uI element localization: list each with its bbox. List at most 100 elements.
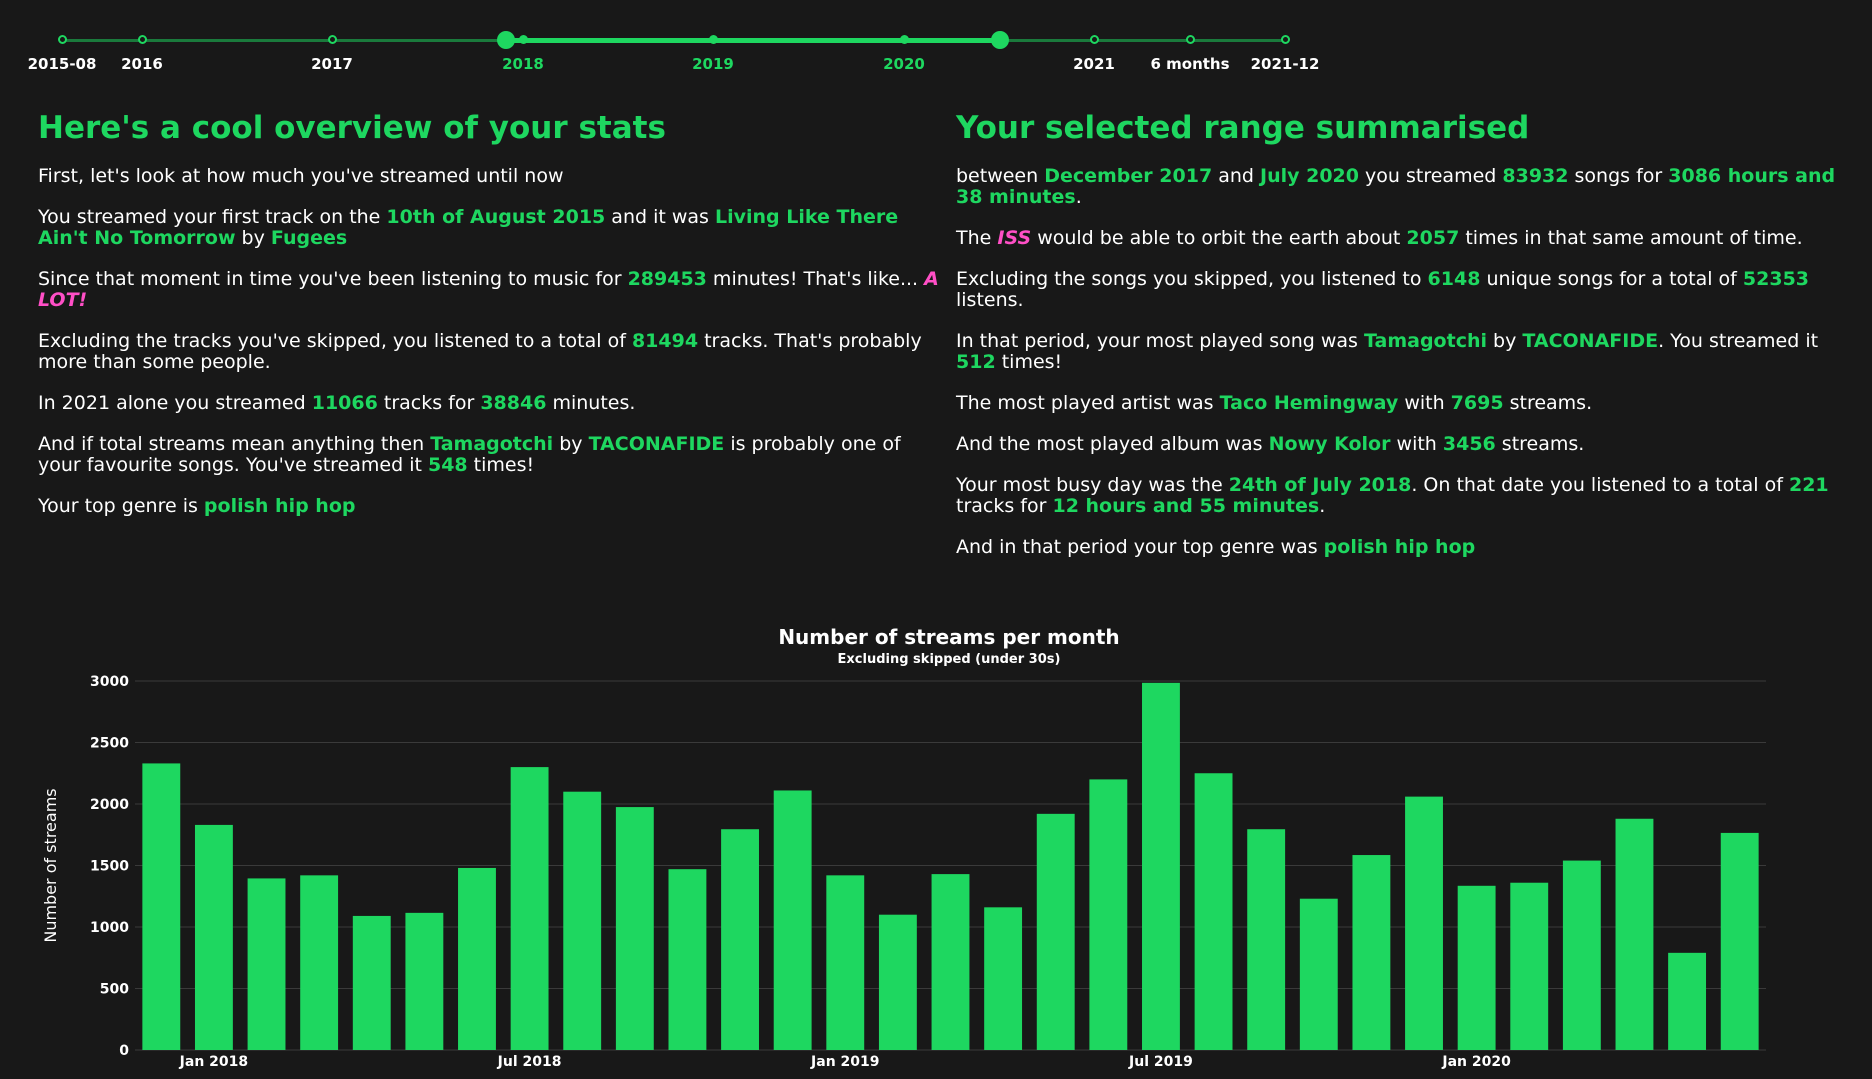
- text: And if total streams mean anything then: [38, 433, 431, 455]
- timeline-label[interactable]: 6 months: [1150, 55, 1229, 73]
- text: listens.: [956, 289, 1024, 311]
- bar: [563, 791, 602, 1050]
- bar: [247, 878, 286, 1050]
- text: unique songs for a total of: [1480, 268, 1743, 290]
- timeline-label[interactable]: 2015-08: [28, 55, 97, 73]
- chart-svg: Number of streams per month Excluding ski…: [41, 625, 1766, 1070]
- y-tick-label: 1000: [90, 920, 129, 936]
- most-played-artist-streams: 7695: [1450, 392, 1504, 414]
- text: you streamed: [1359, 165, 1503, 187]
- timeline-label[interactable]: 2017: [311, 55, 353, 73]
- text: Your most busy day was the: [956, 474, 1229, 496]
- timeline-tick[interactable]: [1089, 35, 1099, 44]
- timeline-label[interactable]: 2019: [692, 55, 734, 73]
- overview-intro: First, let's look at how much you've str…: [38, 166, 943, 187]
- text: songs for: [1568, 165, 1669, 187]
- bar: [1194, 773, 1233, 1050]
- text: and: [1212, 165, 1260, 187]
- most-played-song-count: 512: [956, 351, 996, 373]
- favourite-song-count: 548: [427, 454, 468, 476]
- first-track-paragraph: You streamed your first track on the 10t…: [38, 207, 943, 249]
- y-tick-label: 2000: [90, 797, 129, 813]
- unique-songs-paragraph: Excluding the songs you skipped, you lis…: [956, 269, 1856, 311]
- text: times!: [467, 454, 535, 476]
- y-tick-label: 500: [100, 982, 129, 998]
- most-played-album-streams: 3456: [1442, 433, 1496, 455]
- iss-orbits: 2057: [1406, 227, 1460, 249]
- text: In 2021 alone you streamed: [38, 392, 312, 414]
- favourite-song: Tamagotchi: [430, 433, 554, 455]
- x-tick-label: Jan 2019: [810, 1054, 879, 1070]
- most-played-song-artist: TACONAFIDE: [1522, 330, 1659, 352]
- most-played-album-paragraph: And the most played album was Nowy Kolor…: [956, 434, 1856, 455]
- range-end-handle[interactable]: [991, 31, 1009, 49]
- text: and it was: [605, 206, 715, 228]
- x-tick-label: Jan 2018: [179, 1054, 248, 1070]
- text: .: [1319, 495, 1326, 517]
- timeline-tick[interactable]: [899, 35, 909, 44]
- top-genre-paragraph: Your top genre is polish hip hop: [38, 496, 943, 517]
- bar: [1720, 832, 1759, 1050]
- timeline-label[interactable]: 2021: [1073, 55, 1115, 73]
- bar: [352, 915, 391, 1050]
- range-start-handle[interactable]: [497, 31, 515, 49]
- text: Your top genre is: [38, 495, 204, 517]
- text: You streamed your first track on the: [38, 206, 387, 228]
- bar: [615, 807, 654, 1050]
- bar: [1615, 818, 1654, 1050]
- bar: [1457, 885, 1496, 1050]
- timeline-tick[interactable]: [137, 35, 147, 44]
- text: And in that period your top genre was: [956, 536, 1324, 558]
- text: by: [235, 227, 271, 249]
- first-track-artist: Fugees: [270, 227, 348, 249]
- timeline-tick[interactable]: [327, 35, 337, 44]
- timeline-label[interactable]: 2018: [502, 55, 544, 73]
- bar: [878, 914, 917, 1050]
- bar: [1352, 855, 1391, 1050]
- text: would be able to orbit the earth about: [1031, 227, 1407, 249]
- top-genre: polish hip hop: [203, 495, 356, 517]
- bar: [1247, 829, 1286, 1050]
- timeline-slider[interactable]: 2015-08 2016 2017 2018 2019 2020 2021 6 months 2…: [0, 0, 1872, 90]
- total-tracks-paragraph: Excluding the tracks you've skipped, you…: [38, 331, 943, 373]
- year-summary-paragraph: In 2021 alone you streamed 11066 tracks …: [38, 393, 943, 414]
- timeline-label[interactable]: 2021-12: [1251, 55, 1320, 73]
- y-tick-label: 2500: [90, 736, 129, 752]
- chart-title: Number of streams per month: [778, 625, 1119, 649]
- timeline-tick[interactable]: [1185, 35, 1195, 44]
- bar: [931, 874, 970, 1050]
- unique-songs: 6148: [1427, 268, 1481, 290]
- first-track-date: 10th of August 2015: [386, 206, 606, 228]
- y-tick-label: 0: [119, 1043, 129, 1059]
- bar: [1142, 682, 1180, 1050]
- y-tick-label: 3000: [90, 674, 129, 690]
- text: . You streamed it: [1658, 330, 1819, 352]
- bar: [1562, 860, 1601, 1050]
- timeline-label[interactable]: 2016: [121, 55, 163, 73]
- overview-section: Here's a cool overview of your stats Fir…: [38, 108, 943, 537]
- timeline-tick[interactable]: [518, 35, 528, 44]
- total-minutes: 289453: [627, 268, 707, 290]
- bar: [1036, 813, 1075, 1050]
- bar: [668, 869, 707, 1050]
- bar: [1668, 952, 1707, 1050]
- text: by: [553, 433, 589, 455]
- x-tick-label: Jul 2019: [1128, 1054, 1193, 1070]
- iss-paragraph: The ISS would be able to orbit the earth…: [956, 228, 1856, 249]
- timeline-tick[interactable]: [708, 35, 718, 44]
- text: with: [1390, 433, 1443, 455]
- timeline-tick[interactable]: [1280, 35, 1290, 44]
- range-summary-section: Your selected range summarised between D…: [956, 108, 1856, 578]
- bar: [510, 767, 549, 1050]
- bar: [1510, 882, 1549, 1050]
- year-minutes: 38846: [480, 392, 547, 414]
- text: .: [1075, 186, 1082, 208]
- text: streams.: [1495, 433, 1585, 455]
- range-songs: 83932: [1502, 165, 1569, 187]
- timeline-label[interactable]: 2020: [883, 55, 925, 73]
- most-played-song: Tamagotchi: [1364, 330, 1487, 352]
- bar: [721, 829, 759, 1050]
- timeline-tick[interactable]: [57, 35, 67, 44]
- bar: [984, 907, 1023, 1050]
- text: In that period, your most played song wa…: [956, 330, 1364, 352]
